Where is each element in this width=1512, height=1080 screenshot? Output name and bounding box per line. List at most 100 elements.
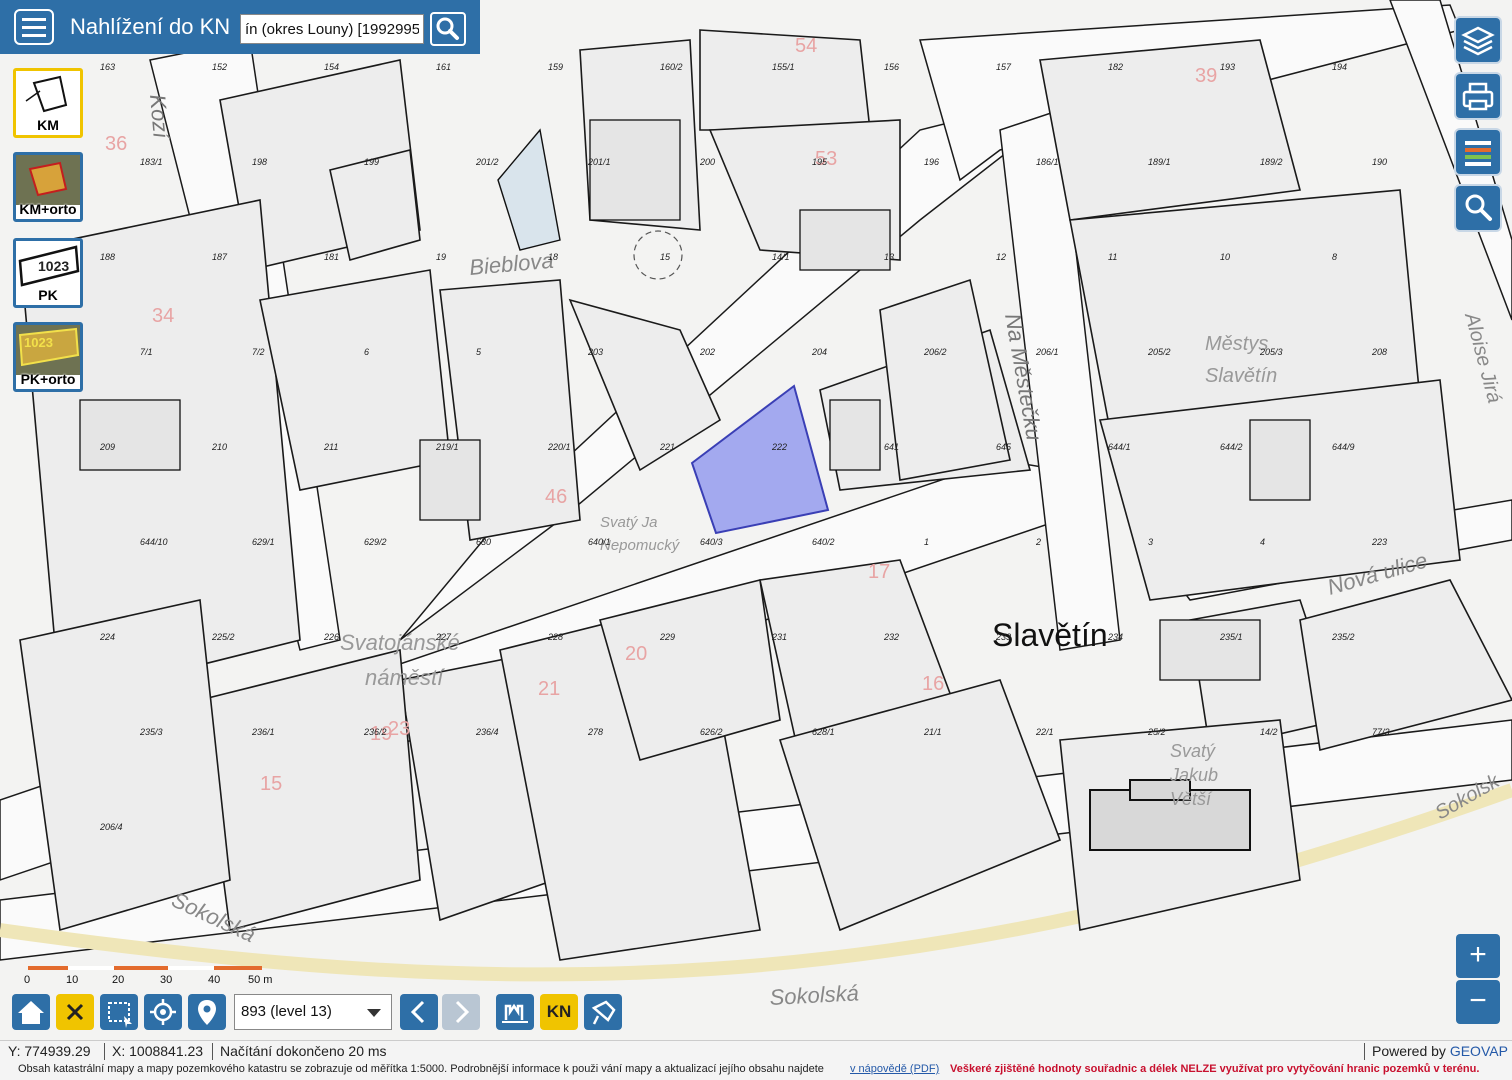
street-label: Aloise Jirá: [1460, 310, 1505, 406]
scale-segment: [168, 966, 214, 970]
parcel-number: 644/10: [140, 537, 168, 547]
parcel-number: 208: [1371, 347, 1387, 357]
parcel-number: 155/1: [772, 62, 795, 72]
search-input[interactable]: [240, 14, 424, 44]
parcel-number: 206/2: [923, 347, 947, 357]
parcel-number: 187: [212, 252, 228, 262]
parcel-number: 198: [252, 157, 267, 167]
parcel-number: 204: [811, 347, 827, 357]
minus-icon: −: [1469, 984, 1487, 1017]
help-pdf-link[interactable]: v nápovědě (PDF): [850, 1063, 939, 1075]
place-label: Městys: [1205, 333, 1268, 355]
parcel-number: 181: [324, 252, 339, 262]
pk-orto-thumb-number: 1023: [24, 335, 53, 350]
parcel-number: 233: [995, 632, 1011, 642]
parcel-number: 206/4: [99, 822, 123, 832]
parcel-number: 199: [364, 157, 379, 167]
parcel-number: 1: [924, 537, 929, 547]
parcel-number: 193: [1220, 62, 1235, 72]
parcel-number: 157: [996, 62, 1012, 72]
parcel-number: 14/1: [772, 252, 790, 262]
polygon-tool-icon: [591, 1000, 616, 1025]
footer-text: Obsah katastrální mapy a mapy pozemkovéh…: [18, 1063, 824, 1075]
layer-button-pk-orto[interactable]: 1023 PK+orto: [13, 322, 83, 392]
house-number: 46: [545, 486, 567, 508]
locate-button[interactable]: [144, 994, 182, 1030]
select-area-button[interactable]: [100, 994, 138, 1030]
home-button[interactable]: [12, 994, 50, 1030]
kn-button[interactable]: KN: [540, 994, 578, 1030]
menu-icon-line: [22, 33, 46, 37]
place-label: Větší: [1170, 789, 1213, 809]
parcel-number: 14/2: [1260, 727, 1278, 737]
print-button[interactable]: [1456, 74, 1500, 118]
legend-button[interactable]: [1456, 130, 1500, 174]
measure-icon: [502, 1003, 528, 1023]
plus-icon: +: [1469, 938, 1487, 971]
parcel-number: 641: [884, 442, 899, 452]
parcel-number: 190: [1372, 157, 1387, 167]
menu-icon-line: [22, 17, 46, 21]
parcel-number: 8: [1332, 252, 1337, 262]
parcel-number: 195: [812, 157, 828, 167]
search-button[interactable]: [430, 12, 466, 46]
back-button[interactable]: [400, 994, 438, 1030]
place-label: Svatý Ja: [600, 514, 658, 531]
scale-tick-label: 40: [208, 974, 221, 986]
layer-label: PK: [38, 287, 58, 303]
cadastral-map[interactable]: Kozí Bieblova Na Městečku Sokolská Sokolská N…: [0, 0, 1512, 1040]
search-icon: [436, 17, 459, 40]
street-label: Bieblova: [468, 248, 554, 280]
parcel-number: 231: [771, 632, 787, 642]
clear-button[interactable]: [56, 994, 94, 1030]
layer-label: KM: [37, 117, 59, 133]
status-separator: [212, 1043, 213, 1060]
search-map-button[interactable]: [1456, 186, 1500, 230]
forward-button[interactable]: [442, 994, 480, 1030]
place-label: Nepomucký: [600, 537, 681, 554]
scale-bar: [28, 966, 262, 970]
measure-button[interactable]: [496, 994, 534, 1030]
pk-thumb-number: 1023: [38, 258, 69, 274]
parcel-number: 200: [699, 157, 715, 167]
layer-button-km-orto[interactable]: KM+orto: [13, 152, 83, 222]
parcel-number: 189/2: [1260, 157, 1283, 167]
layer-button-pk[interactable]: 1023 PK: [13, 238, 83, 308]
km-orto-icon: [16, 155, 80, 205]
zoom-out-button[interactable]: −: [1456, 980, 1500, 1024]
street-label: Kozí: [145, 93, 174, 141]
parcel-number: 160/2: [660, 62, 683, 72]
parcel-number: 229: [659, 632, 675, 642]
parcel-number: 236/2: [363, 727, 387, 737]
parcel-number: 201/2: [475, 157, 499, 167]
house-number: 39: [1195, 65, 1217, 87]
marker-button[interactable]: [188, 994, 226, 1030]
home-icon: [18, 1001, 44, 1024]
layer-button-km[interactable]: KM: [13, 68, 83, 138]
parcel-number: 224: [99, 632, 115, 642]
parcel-number: 630: [476, 537, 491, 547]
place-label: náměstí: [365, 665, 445, 690]
parcel-number: 236/4: [475, 727, 499, 737]
parcel-number: 220/1: [547, 442, 571, 452]
magnifier-icon: [1465, 194, 1492, 221]
house-number: 16: [922, 673, 944, 695]
parcel-number: 152: [212, 62, 227, 72]
layers-button[interactable]: [1456, 18, 1500, 62]
zoom-in-button[interactable]: +: [1456, 934, 1500, 978]
parcel-number: 21/1: [923, 727, 942, 737]
parcel-number: 209: [99, 442, 115, 452]
loading-status: Načítání dokončeno 20 ms: [220, 1043, 387, 1059]
parcel-number: 7/1: [140, 347, 153, 357]
zoom-level-select[interactable]: 893 (level 13): [234, 994, 392, 1030]
parcel-number: 228: [547, 632, 563, 642]
map-canvas[interactable]: KozíBieblovaNa MěstečkuSokolskáSokolskáN…: [0, 0, 1512, 1040]
geovap-link[interactable]: GEOVAP: [1450, 1043, 1508, 1059]
pk-map-icon: 1023: [18, 245, 80, 287]
parcel-number: 2: [1035, 537, 1041, 547]
area-tool-button[interactable]: [584, 994, 622, 1030]
menu-button[interactable]: [14, 9, 54, 45]
km-map-icon: [25, 75, 68, 113]
parcel-number: 12: [996, 252, 1006, 262]
house-number: 36: [105, 133, 127, 155]
